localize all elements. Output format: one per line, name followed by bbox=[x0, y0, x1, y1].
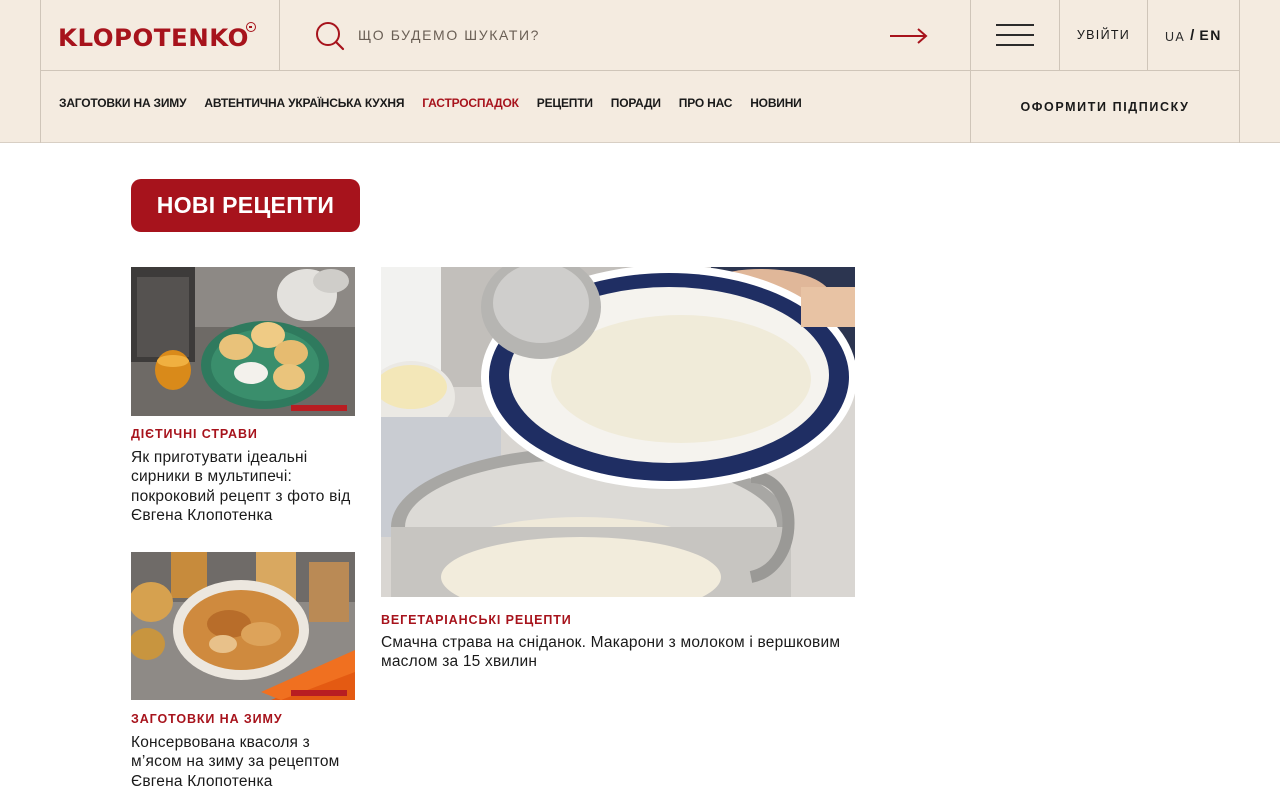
nav-item-recipes[interactable]: РЕЦЕПТИ bbox=[537, 96, 593, 110]
lang-separator: / bbox=[1190, 26, 1195, 44]
main-nav: ЗАГОТОВКИ НА ЗИМУ АВТЕНТИЧНА УКРАЇНСЬКА … bbox=[59, 96, 802, 110]
registered-mark-icon bbox=[246, 22, 257, 32]
search-input[interactable] bbox=[358, 22, 858, 48]
language-switcher: UA / EN bbox=[1148, 0, 1239, 70]
pasta-with-milk-photo[interactable] bbox=[381, 267, 855, 597]
nav-item-tips[interactable]: ПОРАДИ bbox=[611, 96, 661, 110]
login-button[interactable]: УВІЙТИ bbox=[1060, 0, 1147, 70]
recipe-title[interactable]: Консервована квасоля з м’ясом на зиму за… bbox=[131, 733, 355, 791]
nav-item-authentic-ukrainian-cuisine[interactable]: АВТЕНТИЧНА УКРАЇНСЬКА КУХНЯ bbox=[204, 96, 404, 110]
arrow-right-icon[interactable] bbox=[889, 26, 929, 46]
header-divider bbox=[279, 0, 280, 70]
recipe-card[interactable]: ЗАГОТОВКИ НА ЗИМУ Консервована квасоля з… bbox=[131, 552, 355, 800]
nav-item-winter-preserves[interactable]: ЗАГОТОВКИ НА ЗИМУ bbox=[59, 96, 187, 110]
header-divider bbox=[40, 0, 41, 143]
recipe-category[interactable]: ЗАГОТОВКИ НА ЗИМУ bbox=[131, 712, 283, 726]
recipe-title[interactable]: Смачна страва на сніданок. Макарони з мо… bbox=[381, 633, 855, 672]
nav-item-about[interactable]: ПРО НАС bbox=[679, 96, 733, 110]
lang-en-link[interactable]: EN bbox=[1199, 27, 1222, 43]
lang-ua-link[interactable]: UA bbox=[1165, 30, 1185, 44]
recipe-category[interactable]: ДІЄТИЧНІ СТРАВИ bbox=[131, 427, 258, 441]
new-recipes-section-button[interactable]: НОВІ РЕЦЕПТИ bbox=[131, 179, 360, 232]
featured-recipe-card[interactable]: ВЕГЕТАРІАНСЬКІ РЕЦЕПТИ Смачна страва на … bbox=[381, 267, 855, 677]
recipe-title[interactable]: Як приготувати ідеальні сирники в мульти… bbox=[131, 448, 355, 525]
nav-item-news[interactable]: НОВИНИ bbox=[750, 96, 802, 110]
recipe-category[interactable]: ВЕГЕТАРІАНСЬКІ РЕЦЕПТИ bbox=[381, 613, 572, 627]
syrnyky-photo[interactable] bbox=[131, 267, 355, 416]
logo-text: KLOPOTENKO bbox=[58, 24, 249, 52]
subscribe-button[interactable]: ОФОРМИТИ ПІДПИСКУ bbox=[971, 71, 1239, 142]
nav-item-gastro-heritage[interactable]: ГАСТРОСПАДОК bbox=[422, 96, 519, 110]
site-header: KLOPOTENKO УВІЙТИ UA / EN ЗАГОТОВКИ НА З… bbox=[0, 0, 1280, 143]
site-logo[interactable]: KLOPOTENKO bbox=[58, 22, 257, 54]
search-icon[interactable] bbox=[315, 21, 345, 51]
header-divider bbox=[1239, 0, 1240, 143]
hamburger-menu-icon[interactable] bbox=[996, 23, 1034, 47]
beans-with-meat-photo[interactable] bbox=[131, 552, 355, 700]
recipe-card[interactable]: ДІЄТИЧНІ СТРАВИ Як приготувати ідеальні … bbox=[131, 267, 355, 527]
